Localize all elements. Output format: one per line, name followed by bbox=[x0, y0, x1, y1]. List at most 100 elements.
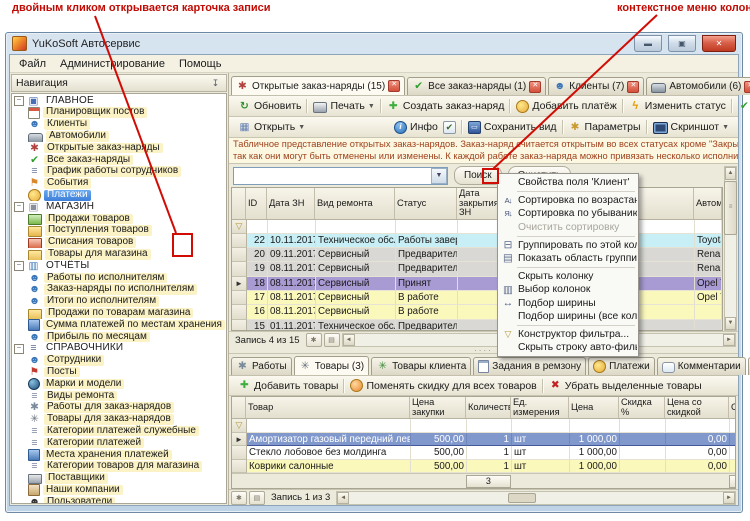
sidebar-item[interactable]: События bbox=[13, 178, 225, 190]
toolbar-button-Добавить товары[interactable]: Добавить товары bbox=[232, 377, 345, 395]
context-menu-item[interactable]: Сортировка по возрастанию bbox=[499, 194, 637, 207]
sidebar-item[interactable]: Продажи товаров bbox=[13, 213, 225, 225]
toolbar-button-Изменить статус[interactable]: Изменить статус bbox=[621, 97, 732, 115]
scroll-thumb[interactable]: ≡ bbox=[724, 181, 737, 235]
context-menu-item[interactable]: Выбор колонок bbox=[499, 283, 637, 296]
save-view-button[interactable]: Сохранить вид bbox=[460, 118, 563, 136]
tab-Открытые заказ-наряды (15)[interactable]: Открытые заказ-наряды (15)✕ bbox=[230, 76, 406, 95]
info-toggle[interactable]: Инфо ✔ bbox=[388, 118, 462, 136]
sidebar-item[interactable]: Категории платежей bbox=[13, 437, 225, 449]
tab-Клиенты (7)[interactable]: Клиенты (7)✕ bbox=[548, 77, 645, 95]
scroll-down-icon[interactable]: ▼ bbox=[725, 317, 736, 330]
sidebar-item[interactable]: Сумма платежей по местам хранения bbox=[13, 319, 225, 331]
scroll-left-icon[interactable]: ◄ bbox=[337, 491, 350, 504]
hscroll-thumb[interactable] bbox=[508, 492, 537, 503]
toolbar-button-Добавить платёж[interactable]: Добавить платёж bbox=[509, 97, 622, 115]
sidebar-item[interactable]: Все заказ-наряды bbox=[13, 154, 225, 166]
sidebar-item[interactable]: Поступления товаров bbox=[13, 225, 225, 237]
sidebar-item[interactable]: Поставщики bbox=[13, 473, 225, 485]
detail-tab-Задания в ремзону[interactable]: Задания в ремзону bbox=[473, 357, 587, 375]
menu-item-Файл[interactable]: Файл bbox=[12, 57, 53, 71]
open-button[interactable]: Открыть ▼ bbox=[232, 118, 311, 136]
sidebar-item[interactable]: Списания товаров bbox=[13, 237, 225, 249]
horizontal-scrollbar[interactable]: ◄ ► bbox=[336, 490, 736, 505]
combo-dropdown-icon[interactable]: ▼ bbox=[430, 167, 447, 184]
toolbar-button-Обновить[interactable]: Обновить bbox=[232, 97, 308, 115]
table-row[interactable]: ► Амортизатор газовый передний левый 500,0… bbox=[231, 432, 735, 446]
sidebar-item[interactable]: Работы для заказ-нарядов bbox=[13, 402, 225, 414]
table-row[interactable]: ►1808.11.2017СервисныйПринятООО "АвтоOpe… bbox=[231, 276, 722, 291]
screenshot-button[interactable]: Скриншот ▼ bbox=[645, 118, 735, 136]
tab-Все заказ-наряды (1)[interactable]: Все заказ-наряды (1)✕ bbox=[407, 77, 547, 95]
scroll-up-icon[interactable]: ▲ bbox=[725, 167, 736, 180]
detail-tab-Платежи[interactable]: Платежи bbox=[588, 357, 655, 375]
sidebar-item[interactable]: Посты bbox=[13, 366, 225, 378]
scroll-left-icon[interactable]: ◄ bbox=[342, 334, 355, 346]
pin-icon[interactable] bbox=[209, 77, 222, 90]
vertical-scrollbar[interactable]: ▲ ≡ ▼ bbox=[724, 166, 737, 331]
close-button[interactable]: ✕ bbox=[702, 35, 736, 52]
maximize-button[interactable]: ▣ bbox=[668, 35, 696, 52]
close-tab-icon[interactable]: ✕ bbox=[388, 80, 401, 92]
sidebar-item[interactable]: Сотрудники bbox=[13, 355, 225, 367]
tab-Автомобили (6)[interactable]: Автомобили (6)✕ bbox=[646, 77, 750, 95]
toolbar-button-Закрыть заказ-наряд[interactable]: Закрыть заказ-наряд bbox=[730, 97, 750, 115]
collapse-icon[interactable]: – bbox=[14, 202, 24, 213]
context-menu-item[interactable]: Конструктор фильтра... bbox=[499, 328, 637, 341]
sidebar-item[interactable]: График работы сотрудников bbox=[13, 166, 225, 178]
sidebar-item[interactable]: Заказ-наряды по исполнителям bbox=[13, 284, 225, 296]
context-menu-item[interactable]: Сортировка по убыванию bbox=[499, 207, 637, 220]
table-row[interactable]: 1708.11.2017СервисныйВ работеЛарина АнOp… bbox=[231, 290, 722, 306]
table-row[interactable]: 2009.11.2017СервисныйПредварительныйЛари… bbox=[231, 248, 722, 263]
table-row[interactable]: 1608.11.2017СервисныйВ работеКалинин А bbox=[231, 305, 722, 320]
sidebar-item[interactable]: Прибыль по месяцам bbox=[13, 331, 225, 343]
sidebar-item[interactable]: Продажи по товарам магазина bbox=[13, 307, 225, 320]
goods-nav-button-2[interactable]: ▤ bbox=[248, 490, 265, 505]
toolbar-button-Поменять скидку для всех товаров[interactable]: Поменять скидку для всех товаров bbox=[343, 377, 542, 395]
minimize-button[interactable]: ▬ bbox=[634, 35, 662, 52]
sidebar-item[interactable]: Виды ремонта bbox=[13, 390, 225, 402]
toolbar-button-Создать заказ-наряд[interactable]: Создать заказ-наряд bbox=[379, 97, 511, 115]
sidebar-item[interactable]: Пользователи bbox=[13, 496, 225, 503]
sidebar-item[interactable]: Товары для заказ-нарядов bbox=[13, 414, 225, 426]
goods-nav-button-1[interactable]: ✱ bbox=[230, 490, 247, 505]
context-menu-item[interactable]: Скрыть строку авто-фильтра bbox=[499, 341, 637, 354]
toolbar-button-Убрать выделенные товары[interactable]: Убрать выделенные товары bbox=[541, 377, 708, 395]
close-tab-icon[interactable]: ✕ bbox=[627, 80, 640, 93]
close-tab-icon[interactable]: ✕ bbox=[529, 80, 542, 93]
sidebar-item[interactable]: Наши компании bbox=[13, 484, 225, 497]
sidebar-item[interactable]: Марки и модели bbox=[13, 378, 225, 390]
detail-tab-Работы[interactable]: Работы bbox=[230, 357, 292, 375]
menu-item-Администрирование[interactable]: Администрирование bbox=[53, 57, 172, 71]
table-row[interactable]: 2210.11.2017Техническое обслуживаниеРабо… bbox=[231, 233, 722, 249]
detail-tab-Товары (3)[interactable]: Товары (3) bbox=[293, 356, 370, 375]
context-menu-item[interactable]: Группировать по этой колонке bbox=[499, 239, 637, 252]
context-menu-item[interactable]: Подбор ширины (все колонки) bbox=[499, 310, 637, 323]
sidebar-item[interactable]: Клиенты bbox=[13, 119, 225, 131]
collapse-icon[interactable]: – bbox=[14, 261, 24, 272]
sidebar-item[interactable]: Категории товаров для магазина bbox=[13, 461, 225, 473]
search-input[interactable]: ▼ bbox=[232, 166, 448, 185]
sidebar-item[interactable]: Платежи bbox=[13, 189, 225, 202]
context-menu-item[interactable]: Подбор ширины bbox=[499, 297, 637, 310]
context-menu-item[interactable]: Свойства поля 'Клиент' bbox=[499, 176, 637, 189]
filter-row[interactable] bbox=[231, 419, 735, 433]
detail-tab-Товары клиента[interactable]: Товары клиента bbox=[371, 357, 472, 375]
sidebar-item[interactable]: Автомобили bbox=[13, 130, 225, 143]
close-tab-icon[interactable]: ✕ bbox=[744, 80, 750, 93]
toolbar-button-Печать[interactable]: Печать ▼ bbox=[306, 97, 380, 115]
grid-nav-button-2[interactable]: ▤ bbox=[323, 333, 340, 347]
table-row[interactable]: Стекло лобовое без молдинга 500,00 1 шт 1 00… bbox=[231, 446, 735, 460]
title-bar[interactable]: YuKoSoft Автосервис ▬ ▣ ✕ bbox=[9, 33, 739, 54]
sidebar-item[interactable]: Планировщик постов bbox=[13, 106, 225, 119]
sidebar-item[interactable]: Места хранения платежей bbox=[13, 448, 225, 461]
sidebar-item[interactable]: – ОТЧЁТЫ bbox=[13, 260, 225, 272]
sidebar-item[interactable]: Итоги по исполнителям bbox=[13, 296, 225, 308]
params-button[interactable]: Параметры bbox=[561, 118, 647, 136]
sidebar-item[interactable]: – СПРАВОЧНИКИ bbox=[13, 343, 225, 355]
table-row[interactable]: 1908.11.2017СервисныйПредварительныйЛари… bbox=[231, 262, 722, 277]
collapse-icon[interactable]: – bbox=[14, 343, 24, 354]
sidebar-item[interactable]: – ГЛАВНОЕ bbox=[13, 95, 225, 107]
scroll-right-icon[interactable]: ► bbox=[723, 334, 735, 346]
collapse-icon[interactable]: – bbox=[14, 95, 24, 106]
